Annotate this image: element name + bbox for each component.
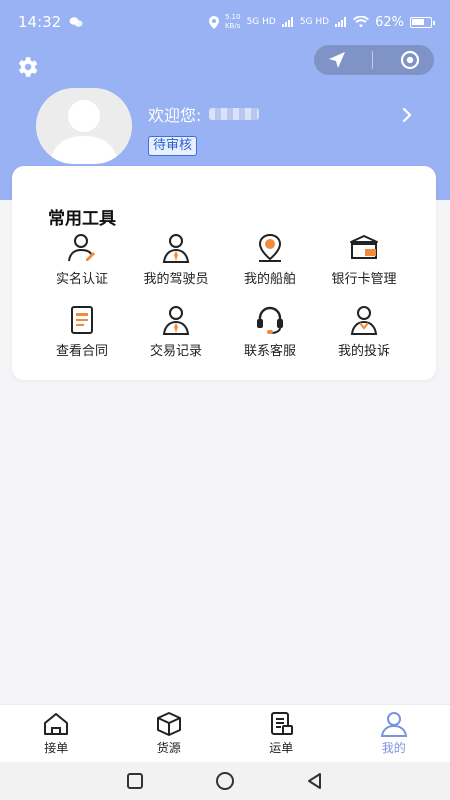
tool-id-verification[interactable]: 实名认证 xyxy=(34,232,130,287)
tab-cargo[interactable]: 货源 xyxy=(113,705,226,762)
tool-my-complaints[interactable]: 我的投诉 xyxy=(316,304,412,359)
tool-label: 我的投诉 xyxy=(337,344,390,359)
signal-icon xyxy=(281,17,293,27)
signal-icon xyxy=(335,17,347,27)
bank-card-icon xyxy=(350,235,378,259)
sim2-label: 5G HD xyxy=(299,17,330,27)
status-bar: 14:32 5.10 KB/s 5G HD 5G HD 62% xyxy=(0,0,450,44)
transaction-icon xyxy=(162,306,190,335)
contract-icon xyxy=(71,306,93,334)
pill-divider xyxy=(372,51,374,69)
tab-label: 货源 xyxy=(156,741,181,755)
user-icon xyxy=(380,712,407,737)
welcome-label: 欢迎您: xyxy=(148,106,202,125)
blurred-username xyxy=(209,108,260,120)
tool-label: 我的驾驶员 xyxy=(143,272,209,287)
gear-icon[interactable] xyxy=(14,54,40,80)
recents-icon[interactable] xyxy=(125,771,145,791)
navigation-arrow-icon[interactable] xyxy=(327,50,347,70)
waybill-icon xyxy=(271,712,294,735)
tool-label: 查看合同 xyxy=(55,344,108,359)
tab-mine[interactable]: 我的 xyxy=(338,705,450,762)
wechat-icon xyxy=(69,17,83,27)
tool-label: 联系客服 xyxy=(243,344,296,359)
bottom-tab-bar: 接单 货源 运单 我的 xyxy=(0,704,450,762)
review-status-badge: 待审核 xyxy=(148,136,198,156)
ship-location-icon xyxy=(258,233,282,262)
system-navigation-bar xyxy=(0,762,450,800)
tools-card: 常用工具 实名认证 我的驾驶员 我的船舶 银行卡管理 查看合同 交易记录 联系客… xyxy=(12,166,436,380)
headset-icon xyxy=(257,306,283,334)
battery-percent: 62% xyxy=(375,14,404,30)
wifi-icon xyxy=(353,16,370,28)
net-speed: 5.10 KB/s xyxy=(224,13,241,30)
sim1-label: 5G HD xyxy=(246,17,276,27)
driver-icon xyxy=(162,234,190,263)
tool-customer-service[interactable]: 联系客服 xyxy=(222,304,318,359)
chevron-right-icon[interactable] xyxy=(398,106,416,124)
id-verify-icon xyxy=(68,234,95,262)
welcome-line: 欢迎您: xyxy=(148,102,260,126)
tools-title: 常用工具 xyxy=(48,209,116,229)
complaint-icon xyxy=(350,306,378,335)
tab-label: 运单 xyxy=(269,741,294,755)
home-icon xyxy=(44,713,69,735)
tool-bank-cards[interactable]: 银行卡管理 xyxy=(316,232,412,287)
battery-icon xyxy=(410,16,435,28)
tab-waybills[interactable]: 运单 xyxy=(225,705,338,762)
tab-orders[interactable]: 接单 xyxy=(0,705,113,762)
tool-label: 银行卡管理 xyxy=(331,272,397,287)
eye-icon[interactable] xyxy=(399,49,421,71)
default-avatar-icon xyxy=(50,100,118,164)
back-triangle-icon[interactable] xyxy=(305,771,325,791)
tool-label: 我的船舶 xyxy=(243,272,296,287)
status-time: 14:32 xyxy=(18,13,62,31)
tool-my-ships[interactable]: 我的船舶 xyxy=(222,232,318,287)
tool-label: 交易记录 xyxy=(149,344,202,359)
tool-label: 实名认证 xyxy=(55,272,108,287)
tool-transactions[interactable]: 交易记录 xyxy=(128,304,224,359)
quick-actions-pill xyxy=(314,45,434,75)
location-icon xyxy=(208,15,219,29)
tool-view-contracts[interactable]: 查看合同 xyxy=(34,304,130,359)
tool-my-drivers[interactable]: 我的驾驶员 xyxy=(128,232,224,287)
tab-label: 接单 xyxy=(44,741,69,755)
home-circle-icon[interactable] xyxy=(215,771,235,791)
box-icon xyxy=(156,712,181,736)
avatar[interactable] xyxy=(36,88,132,164)
tab-label: 我的 xyxy=(381,741,406,755)
